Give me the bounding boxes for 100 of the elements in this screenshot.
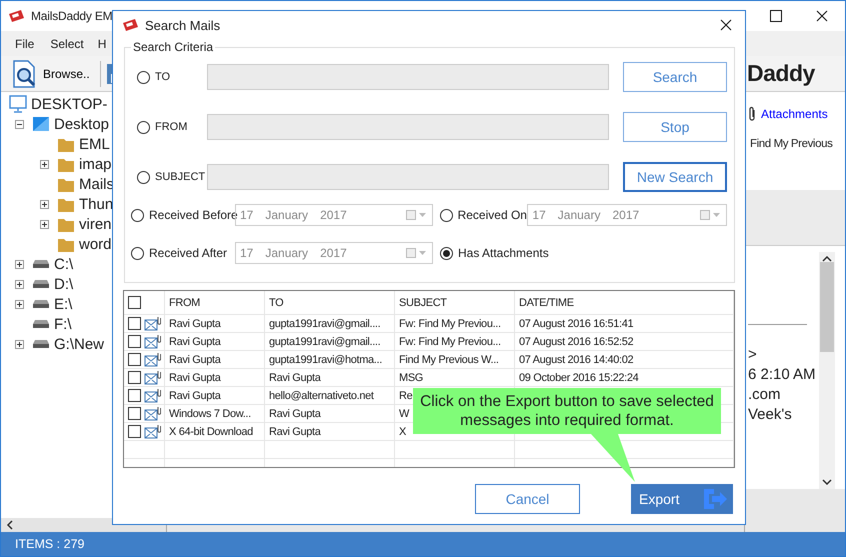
input-field[interactable] — [207, 164, 609, 190]
table-cell: gupta1991ravi@gmail.... — [265, 315, 395, 332]
table-cell: Ravi Gupta — [265, 369, 395, 386]
action-button[interactable]: Search — [623, 62, 727, 92]
table-cell: Ravi Gupta — [165, 315, 265, 332]
radio-label: TO — [155, 71, 170, 83]
date-picker[interactable]: 17 January 2017 — [527, 204, 727, 226]
app-logo-icon — [7, 9, 25, 23]
desktop-icon — [32, 116, 50, 132]
radio-button[interactable] — [440, 246, 453, 260]
expand-toggle-icon[interactable] — [40, 220, 49, 228]
tree-item[interactable]: viren — [79, 216, 112, 232]
radio-label: Received After — [149, 246, 228, 260]
checkbox[interactable] — [128, 296, 141, 309]
collapse-toggle-icon[interactable] — [15, 120, 24, 128]
table-cell: Ravi Gupta — [165, 333, 265, 350]
tree-item[interactable]: imap — [79, 156, 112, 172]
table-cell: Find My Previous W... — [395, 351, 515, 368]
close-icon — [816, 10, 828, 22]
date-picker[interactable]: 17 January 2017 — [235, 204, 433, 226]
action-button[interactable]: New Search — [623, 162, 727, 192]
close-icon — [720, 19, 732, 31]
menu-item[interactable]: File — [11, 36, 38, 50]
dialog-title: Search Mails — [145, 18, 220, 32]
input-field[interactable] — [207, 64, 609, 90]
message-text: 6 2:10 AM — [748, 365, 817, 385]
input-field[interactable] — [207, 114, 609, 140]
scrollbar-thumb[interactable] — [820, 262, 834, 352]
expand-toggle-icon[interactable] — [15, 340, 24, 348]
export-icon — [703, 488, 729, 510]
tree-item[interactable]: D:\ — [54, 276, 74, 292]
table-cell: hello@alternativeto.net — [265, 387, 395, 404]
table-cell: gupta1991ravi@gmail.... — [265, 333, 395, 350]
export-button[interactable]: Export — [631, 484, 733, 514]
drive-icon — [32, 259, 50, 269]
checkbox[interactable] — [128, 371, 141, 384]
checkbox[interactable] — [128, 353, 141, 366]
computer-icon — [9, 95, 27, 113]
envelope-attachment-icon — [144, 406, 161, 421]
tree-item[interactable]: word — [79, 236, 112, 252]
envelope-attachment-icon — [144, 388, 161, 403]
radio-label: Received Before — [149, 208, 238, 222]
table-cell: 07 August 2016 16:52:52 — [515, 333, 734, 350]
radio-button[interactable] — [137, 120, 150, 134]
column-header[interactable]: FROM — [165, 291, 265, 314]
radio-button[interactable] — [131, 246, 144, 260]
checkbox[interactable] — [128, 317, 141, 330]
menu-item[interactable]: Select — [46, 36, 88, 50]
expand-toggle-icon[interactable] — [40, 160, 49, 168]
radio-button[interactable] — [131, 208, 144, 222]
column-header[interactable]: DATE/TIME — [515, 291, 734, 314]
radio-button[interactable] — [137, 170, 150, 184]
table-cell: Ravi Gupta — [265, 405, 395, 422]
tree-item[interactable]: Desktop — [54, 116, 110, 132]
browse-button[interactable]: Browse.. — [11, 58, 90, 88]
table-cell: gupta1991ravi@hotma... — [265, 351, 395, 368]
date-picker[interactable]: 17 January 2017 — [235, 242, 433, 264]
tree-item[interactable]: DESKTOP- — [31, 96, 108, 112]
tree-item[interactable]: F:\ — [54, 316, 72, 332]
table-cell: 09 October 2016 15:22:24 — [515, 369, 734, 386]
drive-icon — [32, 339, 50, 349]
radio-label: FROM — [155, 121, 188, 133]
checkbox[interactable] — [128, 389, 141, 402]
column-header[interactable]: SUBJECT — [395, 291, 515, 314]
expand-toggle-icon[interactable] — [15, 300, 24, 308]
attachments-link[interactable]: Attachments — [761, 107, 828, 121]
table-cell: Ravi Gupta — [165, 351, 265, 368]
column-header[interactable]: TO — [265, 291, 395, 314]
expand-toggle-icon[interactable] — [40, 200, 49, 208]
logo-text: Daddy — [747, 60, 816, 87]
tree-item[interactable]: Mails — [79, 176, 114, 192]
radio-button[interactable] — [440, 208, 453, 222]
expand-toggle-icon[interactable] — [15, 260, 24, 268]
expand-toggle-icon[interactable] — [15, 280, 24, 288]
menu-item[interactable]: H — [94, 36, 110, 50]
action-button[interactable]: Stop — [623, 112, 727, 142]
tree-item[interactable]: E:\ — [54, 296, 72, 312]
tree-item[interactable]: G:\New — [54, 336, 104, 352]
radio-button[interactable] — [137, 70, 150, 84]
table-cell: MSG — [395, 369, 515, 386]
window-title: MailsDaddy EM — [31, 9, 112, 23]
checkbox[interactable] — [128, 407, 141, 420]
scrollbar[interactable] — [819, 252, 835, 489]
drive-icon — [32, 299, 50, 309]
table-cell: Fw: Find My Previou... — [395, 333, 515, 350]
table-cell: Windows 7 Dow... — [165, 405, 265, 422]
tree-item[interactable]: EML — [79, 136, 110, 152]
envelope-attachment-icon — [144, 334, 161, 349]
checkbox[interactable] — [128, 425, 141, 438]
table-cell: 07 August 2016 16:51:41 — [515, 315, 734, 332]
status-text: ITEMS : 279 — [1, 532, 845, 556]
tree-item[interactable]: Thun — [79, 196, 114, 212]
drive-icon — [32, 279, 50, 289]
table-cell: Ravi Gupta — [265, 423, 395, 440]
radio-label: SUBJECT — [155, 171, 206, 183]
tree-item[interactable]: C:\ — [54, 256, 74, 272]
message-text: .com — [748, 385, 782, 405]
message-text: Veek's — [748, 405, 793, 425]
checkbox[interactable] — [128, 335, 141, 348]
cancel-button[interactable]: Cancel — [475, 484, 580, 514]
